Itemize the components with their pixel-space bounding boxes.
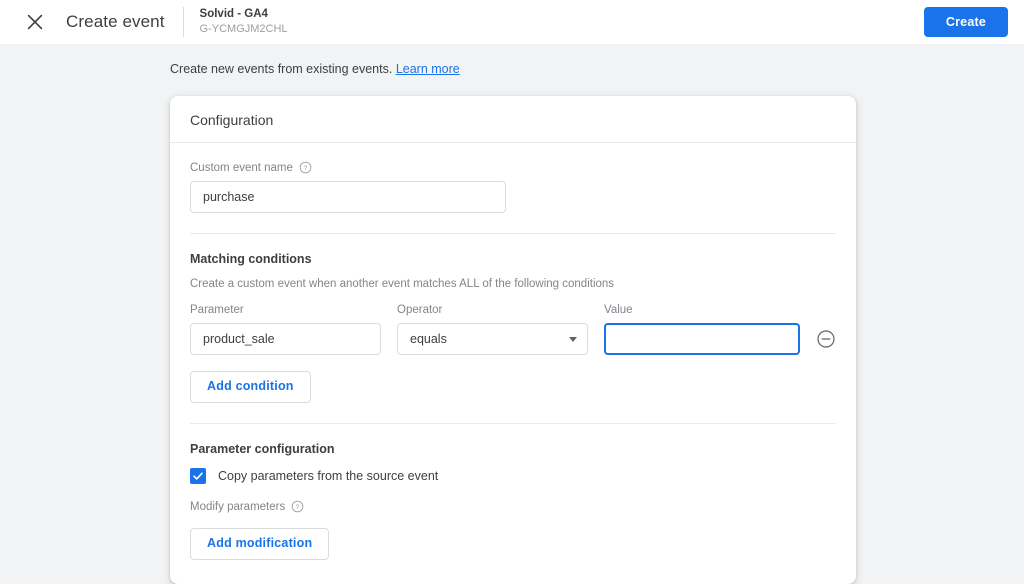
header-divider: [182, 7, 184, 37]
close-icon[interactable]: [22, 9, 48, 35]
parameter-configuration-section: Parameter configuration Copy parameters …: [170, 424, 856, 584]
learn-more-link[interactable]: Learn more: [396, 62, 460, 76]
modify-parameters-label-text: Modify parameters: [190, 500, 286, 513]
copy-parameters-label: Copy parameters from the source event: [218, 469, 439, 483]
help-icon[interactable]: ?: [291, 500, 304, 513]
svg-text:?: ?: [304, 165, 308, 172]
property-id: G-YCMGJM2CHL: [199, 22, 288, 35]
parameter-column-label: Parameter: [190, 304, 244, 316]
custom-event-name-input[interactable]: [190, 181, 506, 213]
add-modification-button[interactable]: Add modification: [190, 528, 330, 560]
page-description: Create new events from existing events. …: [0, 44, 1024, 76]
page-description-text: Create new events from existing events.: [170, 62, 393, 76]
custom-event-name-section: Custom event name ?: [170, 143, 856, 233]
parameter-configuration-title: Parameter configuration: [190, 442, 335, 456]
condition-row: Parameter Operator equals Value: [190, 304, 836, 355]
matching-conditions-section: Matching conditions Create a custom even…: [170, 234, 856, 423]
help-icon[interactable]: ?: [299, 161, 312, 174]
top-app-bar: Create event Solvid - GA4 G-YCMGJM2CHL C…: [0, 0, 1024, 44]
create-button[interactable]: Create: [923, 7, 1008, 37]
property-selector[interactable]: Solvid - GA4 G-YCMGJM2CHL: [200, 7, 288, 36]
copy-parameters-checkbox[interactable]: [190, 468, 206, 484]
operator-field-group: Operator equals: [397, 304, 588, 355]
property-name: Solvid - GA4: [199, 8, 268, 21]
copy-parameters-row[interactable]: Copy parameters from the source event: [190, 468, 836, 484]
chevron-down-icon: [569, 337, 577, 342]
page-title: Create event: [66, 12, 165, 31]
operator-select[interactable]: equals: [397, 323, 588, 355]
parameter-field-group: Parameter: [190, 304, 381, 355]
value-field-group: Value: [604, 304, 800, 355]
add-condition-button[interactable]: Add condition: [190, 371, 311, 403]
custom-event-name-label-text: Custom event name: [190, 161, 293, 174]
value-column-label: Value: [604, 304, 633, 316]
matching-conditions-description: Create a custom event when another event…: [190, 278, 615, 290]
operator-column-label: Operator: [397, 304, 443, 316]
value-input-wrapper: [604, 323, 800, 355]
configuration-card: Configuration Custom event name ? Matchi…: [170, 96, 856, 584]
custom-event-name-label: Custom event name ?: [190, 161, 836, 174]
svg-text:?: ?: [296, 504, 300, 511]
card-title: Configuration: [170, 96, 856, 143]
value-input[interactable]: [604, 323, 800, 355]
matching-conditions-title: Matching conditions: [190, 252, 312, 266]
parameter-input[interactable]: [190, 323, 381, 355]
remove-circle-icon[interactable]: [816, 329, 836, 349]
operator-selected-value: equals: [410, 332, 447, 346]
modify-parameters-label: Modify parameters ?: [190, 500, 836, 513]
